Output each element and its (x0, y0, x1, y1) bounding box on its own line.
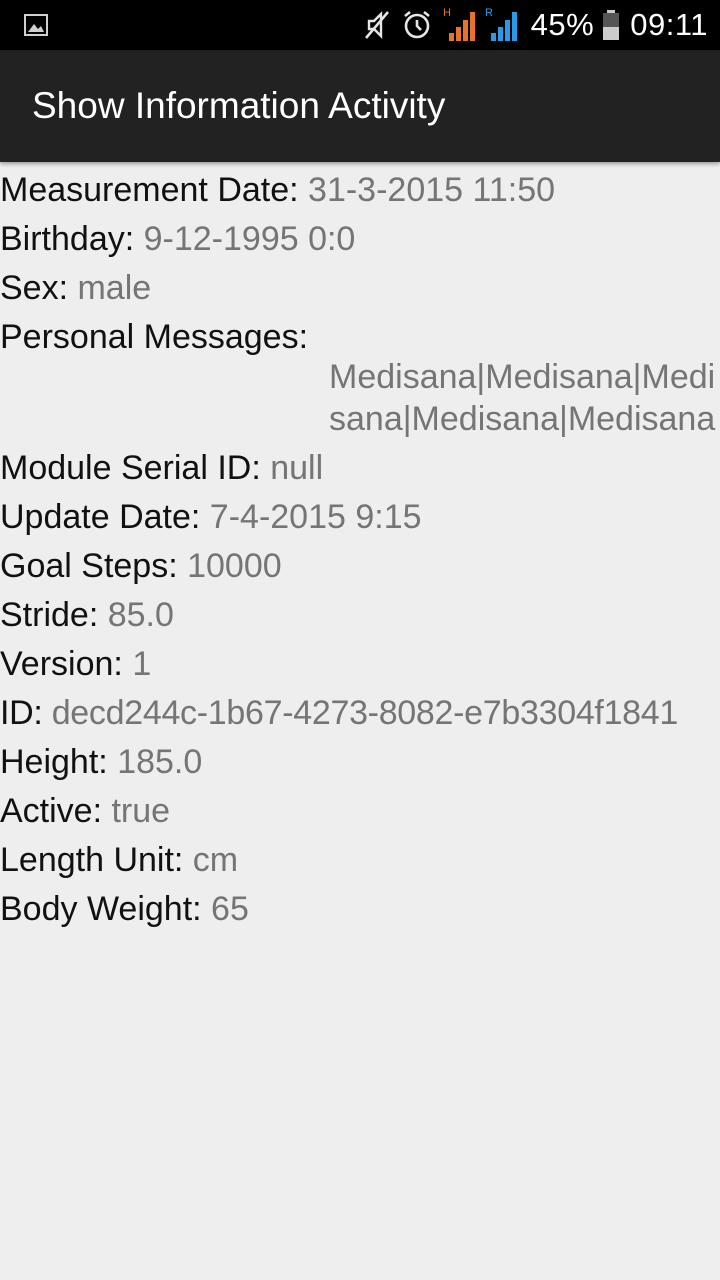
info-value: 185.0 (117, 743, 203, 781)
info-row-height: Height: 185.0 (0, 738, 720, 787)
image-notification-icon (24, 14, 48, 36)
info-label: Height: (0, 743, 118, 781)
info-row-version: Version: 1 (0, 640, 720, 689)
info-row-personal-messages: Personal Messages: Medisana|Medisana|Med… (0, 313, 720, 444)
info-value: null (270, 449, 324, 487)
info-label: Birthday: (0, 220, 144, 258)
signal-h-letter: H (443, 7, 451, 19)
info-label: Body Weight: (0, 890, 212, 928)
alarm-icon (401, 9, 433, 41)
info-value: 7-4-2015 9:15 (209, 498, 422, 536)
info-row-stride: Stride: 85.0 (0, 591, 720, 640)
battery-icon (602, 9, 620, 41)
info-value: 10000 (187, 547, 282, 585)
info-value: 85.0 (107, 596, 174, 634)
action-bar: Show Information Activity (0, 50, 720, 162)
info-label: Version: (0, 645, 133, 683)
signal-h-icon: H (443, 7, 479, 43)
info-label: Module Serial ID: (0, 449, 271, 487)
battery-percent: 45% (530, 7, 595, 42)
info-row-length-unit: Length Unit: cm (0, 836, 720, 885)
info-label: Measurement Date: (0, 171, 309, 209)
mute-icon (363, 9, 391, 41)
info-row-id: ID: decd244c-1b67-4273-8082-e7b3304f1841 (0, 689, 720, 738)
info-label: Length Unit: (0, 841, 193, 879)
status-icons: H R 45% 09:11 (353, 0, 708, 50)
info-list: Measurement Date: 31-3-2015 11:50 Birthd… (0, 166, 720, 934)
info-row-body-weight: Body Weight: 65 (0, 885, 720, 934)
info-value: cm (192, 841, 239, 879)
info-value: 31-3-2015 11:50 (308, 171, 556, 209)
info-label: Update Date: (0, 498, 210, 536)
info-label: Sex: (0, 269, 78, 307)
info-value: 9-12-1995 0:0 (143, 220, 356, 258)
info-value: decd244c-1b67-4273-8082-e7b3304f1841 (51, 694, 679, 732)
info-value: 1 (132, 645, 152, 683)
info-label: Personal Messages: (0, 318, 309, 356)
info-value: true (111, 792, 171, 830)
page-title: Show Information Activity (32, 85, 446, 126)
info-label: ID: (0, 694, 52, 732)
info-row-goal-steps: Goal Steps: 10000 (0, 542, 720, 591)
signal-r-letter: R (485, 7, 493, 19)
info-label: Goal Steps: (0, 547, 188, 585)
status-bar: H R 45% 09:11 (0, 0, 720, 50)
signal-r-icon: R (485, 7, 521, 43)
info-row-active: Active: true (0, 787, 720, 836)
info-row-module-serial-id: Module Serial ID: null (0, 444, 720, 493)
info-value: male (77, 269, 152, 307)
info-label: Active: (0, 792, 112, 830)
info-value: Medisana|Medisana|Medisana|Medisana|Medi… (329, 358, 716, 438)
info-value: 65 (211, 890, 249, 928)
info-row-measurement-date: Measurement Date: 31-3-2015 11:50 (0, 166, 720, 215)
clock-time: 09:11 (630, 7, 708, 42)
info-row-update-date: Update Date: 7-4-2015 9:15 (0, 493, 720, 542)
info-row-birthday: Birthday: 9-12-1995 0:0 (0, 215, 720, 264)
info-label: Stride: (0, 596, 108, 634)
info-row-sex: Sex: male (0, 264, 720, 313)
